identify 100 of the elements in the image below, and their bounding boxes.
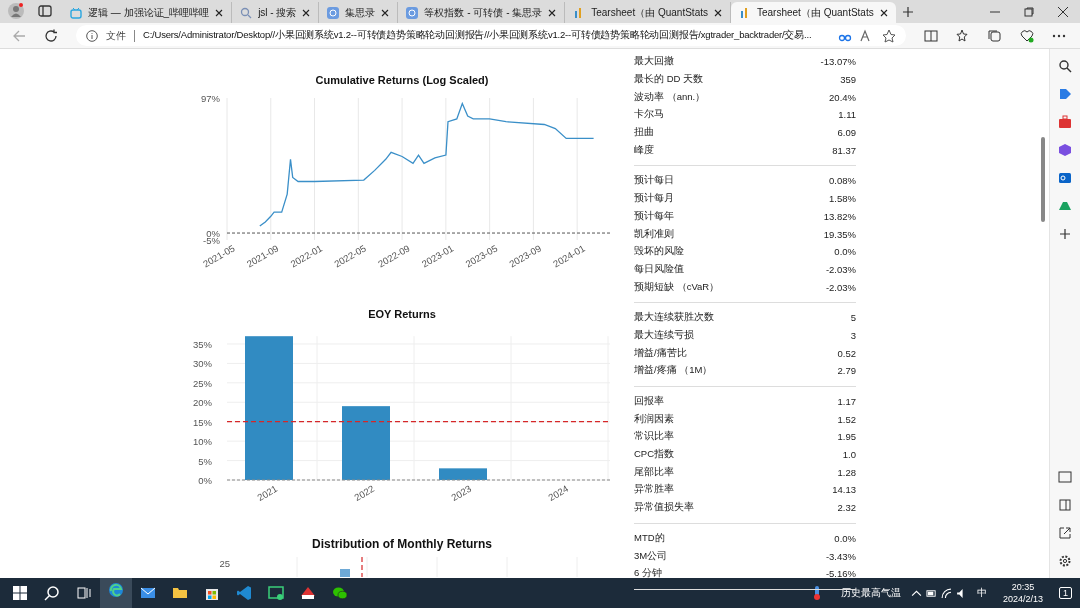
settings-icon[interactable]	[1058, 554, 1072, 568]
search-icon[interactable]	[44, 585, 60, 601]
clock[interactable]: 20:35 2024/2/13	[1002, 581, 1043, 605]
axis-label: 25%	[193, 377, 212, 389]
metric-value: 2.32	[837, 502, 856, 514]
weather-text[interactable]: 历史最高气温	[840, 586, 901, 600]
metric-value: 1.17	[837, 396, 856, 408]
favorites-icon[interactable]	[956, 28, 970, 43]
metric-value: 5	[850, 312, 856, 324]
chart-title: Cumulative Returns (Log Scaled)	[315, 74, 489, 86]
metric-label: 最大连续获胜次数	[634, 311, 714, 325]
task-view-icon[interactable]	[76, 585, 92, 601]
metric-label: 尾部比率	[634, 465, 674, 479]
external-link-icon[interactable]	[1058, 526, 1072, 540]
metric-label: CPC指数	[634, 448, 675, 462]
metric-label: 异常值损失率	[634, 501, 694, 515]
chevron-up-icon[interactable]	[910, 587, 922, 599]
metric-label: 异常胜率	[634, 483, 674, 497]
metric-value: 0.52	[837, 347, 856, 359]
metric-label: 回报率	[634, 395, 664, 409]
notification-button[interactable]: 1	[1059, 587, 1072, 599]
windows-icon[interactable]	[12, 585, 28, 601]
collections-icon[interactable]	[988, 28, 1002, 43]
metric-value: 0.08%	[829, 175, 856, 187]
metric-label: 6 分钟	[634, 567, 662, 581]
close-icon[interactable]	[879, 8, 888, 17]
address-field[interactable]: 文件 C:/Users/Administrator/Desktop//小果回测系统v1.2--可转债趋势策略轮动回测报告//小果回测系统v1.2--可转债趋势策略轮动回测报告/xgtrader_backtrader/交易...	[76, 25, 906, 46]
file-label: 文件	[106, 28, 126, 43]
split-screen-icon[interactable]	[924, 28, 938, 43]
axis-label: 30%	[193, 358, 212, 370]
metric-value: 0.0%	[834, 246, 856, 258]
cards-icon[interactable]	[300, 585, 316, 601]
toolbox-icon[interactable]	[1058, 115, 1072, 129]
metric-label: 扭曲	[634, 126, 654, 140]
axis-label: 2024	[546, 482, 571, 503]
add-icon[interactable]	[1058, 227, 1072, 241]
axis-label: 0%	[198, 475, 212, 486]
cube-icon[interactable]	[1058, 143, 1072, 157]
metric-label: 峰度	[634, 143, 654, 157]
metric-value: 6.09	[837, 127, 856, 139]
tab-actions-icon[interactable]	[38, 4, 52, 18]
metric-value: 0.0%	[834, 532, 856, 544]
new-tab-icon[interactable]	[901, 6, 914, 18]
metric-label: 毁坏的风险	[634, 245, 684, 259]
tag-icon[interactable]	[1058, 87, 1072, 101]
metric-label: 每日风险值	[634, 262, 684, 276]
restore-icon[interactable]	[1024, 7, 1034, 17]
folder-icon[interactable]	[172, 585, 188, 601]
metric-label: MTD的	[634, 531, 665, 545]
chat-icon[interactable]	[332, 585, 348, 601]
metric-value: 13.82%	[823, 210, 856, 222]
metric-label: 最大回撤	[634, 55, 674, 69]
heart-icon[interactable]	[1020, 28, 1034, 43]
metric-label: 常识比率	[634, 430, 674, 444]
metric-label: 最大连续亏损	[634, 328, 694, 342]
metric-label: 最长的 DD 天数	[634, 73, 703, 87]
close-icon[interactable]	[548, 8, 557, 17]
drive-icon[interactable]	[1058, 199, 1072, 213]
metric-value: -13.07%	[820, 56, 856, 68]
profile-icon[interactable]	[8, 3, 24, 19]
metric-value: 359	[840, 74, 856, 86]
metric-label: 预期短缺 （cVaR）	[634, 280, 720, 294]
terminal-icon[interactable]	[268, 585, 284, 601]
metric-value: 1.0	[842, 449, 856, 461]
wifi-icon[interactable]	[940, 587, 952, 599]
metric-label: 预计每日	[634, 174, 674, 188]
chart-title: Distribution of Monthly Returns	[312, 537, 492, 551]
code-editor-icon[interactable]	[236, 585, 252, 601]
input-method-indicator[interactable]: 中	[976, 586, 987, 600]
screenshot-icon[interactable]	[1058, 470, 1072, 484]
refresh-icon[interactable]	[44, 28, 58, 43]
star-icon[interactable]	[882, 28, 896, 43]
axis-label: 5%	[198, 455, 212, 467]
metric-value: 81.37	[832, 144, 856, 156]
battery-icon[interactable]	[925, 587, 937, 599]
axis-label: 10%	[193, 436, 212, 448]
metric-label: 预计每月	[634, 192, 674, 206]
sidebar-icon[interactable]	[1058, 498, 1072, 512]
metric-value: 1.58%	[829, 193, 856, 205]
axis-label: 2021	[255, 482, 280, 503]
metric-value: -2.03%	[825, 263, 856, 275]
metric-value: 20.4%	[829, 91, 856, 103]
metric-value: 14.13	[832, 484, 856, 496]
mean-line	[361, 556, 363, 578]
axis-label: 2023	[449, 482, 474, 503]
close-icon[interactable]	[1058, 7, 1068, 17]
metric-value: 1.28	[837, 466, 856, 478]
browser-tab[interactable]: Tearsheet（由 QuantStats	[731, 2, 896, 23]
close-icon[interactable]	[302, 8, 311, 17]
outlook-icon[interactable]	[1058, 171, 1072, 185]
mail-icon[interactable]	[140, 585, 156, 601]
close-icon[interactable]	[381, 8, 390, 17]
search-icon[interactable]	[1058, 59, 1072, 73]
chart-title: EOY Returns	[368, 308, 436, 320]
metric-value: -3.43%	[825, 550, 856, 562]
close-icon[interactable]	[714, 8, 722, 17]
axis-label: 2022	[352, 482, 377, 503]
metric-label: 预计每年	[634, 209, 674, 223]
edge-icon[interactable]	[108, 582, 124, 598]
close-icon[interactable]	[215, 8, 224, 17]
